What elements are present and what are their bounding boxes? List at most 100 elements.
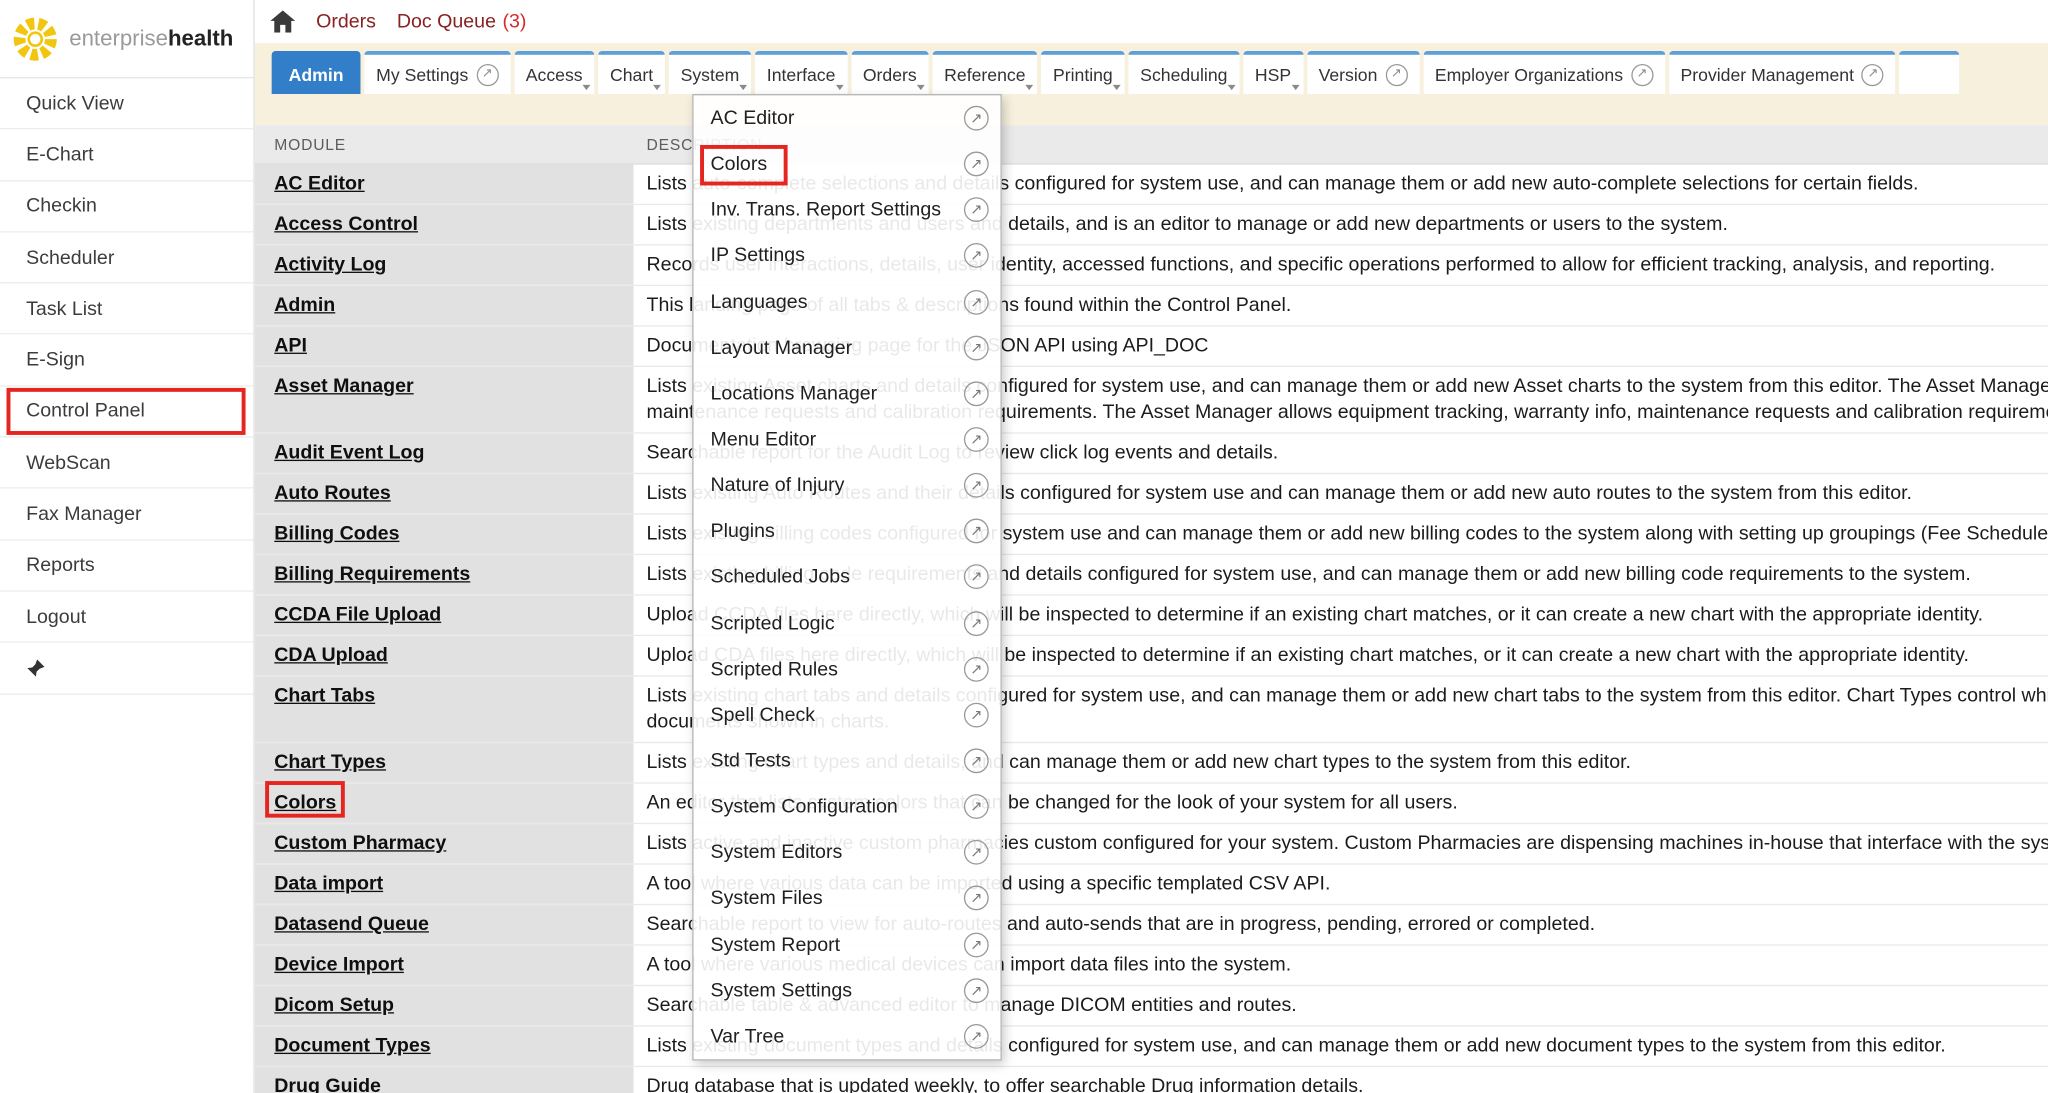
breadcrumb-doc-queue-label: Doc Queue [397,10,496,32]
module-link[interactable]: CDA Upload [274,644,388,666]
external-link-icon[interactable]: ↗ [964,611,989,636]
module-link[interactable]: Colors [274,792,336,814]
menu-item[interactable]: Scheduled Jobs ↗ [694,554,1001,600]
module-link[interactable]: Data import [274,872,383,894]
external-link-icon[interactable]: ↗ [964,244,989,269]
external-link-icon[interactable]: ↗ [964,932,989,957]
sidebar-item[interactable]: E-Sign [0,335,253,386]
external-link-icon[interactable]: ↗ [964,657,989,682]
external-link-icon[interactable]: ↗ [964,748,989,773]
home-icon[interactable] [270,10,295,32]
menu-item[interactable]: System Report ↗ [694,922,1001,968]
tab[interactable]: Orders ↗ [851,51,928,94]
breadcrumb-doc-queue[interactable]: Doc Queue(3) [397,10,527,32]
tab[interactable]: Interface ↗ [755,51,847,94]
sidebar-item[interactable]: WebScan [0,438,253,489]
sidebar-item[interactable]: Quick View [0,78,253,129]
tab[interactable]: HSP ↗ [1243,51,1303,94]
module-link[interactable]: Chart Tabs [274,684,375,706]
sidebar-item[interactable]: Scheduler [0,232,253,283]
external-link-icon[interactable]: ↗ [964,335,989,360]
module-link[interactable]: Auto Routes [274,482,390,504]
pin-button[interactable] [0,643,253,694]
module-link[interactable]: CCDA File Upload [274,603,441,625]
sidebar-item[interactable]: Fax Manager [0,489,253,540]
module-link[interactable]: Billing Codes [274,522,399,544]
external-link-icon[interactable]: ↗ [1862,63,1884,85]
tab[interactable]: Access ↗ [514,51,594,94]
module-link[interactable]: API [274,334,307,356]
menu-item[interactable]: System Files ↗ [694,876,1001,922]
external-link-icon[interactable]: ↗ [964,840,989,865]
module-link[interactable]: Billing Requirements [274,563,470,585]
menu-item[interactable]: Std Tests ↗ [694,738,1001,784]
menu-item[interactable]: Colors ↗ [694,141,1001,187]
menu-item[interactable]: Var Tree ↗ [694,1013,1001,1059]
external-link-icon[interactable]: ↗ [964,198,989,223]
menu-item[interactable]: System Settings ↗ [694,967,1001,1013]
menu-item[interactable]: Menu Editor ↗ [694,417,1001,463]
menu-item[interactable]: Locations Manager ↗ [694,371,1001,417]
tab[interactable]: Printing ↗ [1041,51,1124,94]
menu-item[interactable]: Spell Check ↗ [694,692,1001,738]
menu-item[interactable]: Languages ↗ [694,279,1001,325]
sidebar-item[interactable]: Task List [0,284,253,335]
sidebar-item[interactable]: Checkin [0,181,253,232]
external-link-icon[interactable]: ↗ [964,289,989,314]
module-link[interactable]: AC Editor [274,172,364,194]
tab-partial[interactable] [1900,51,1960,94]
menu-item[interactable]: System Configuration ↗ [694,784,1001,830]
tab[interactable]: Employer Organizations ↗ [1423,51,1665,94]
menu-item[interactable]: IP Settings ↗ [694,233,1001,279]
sidebar-item[interactable]: Logout [0,592,253,643]
menu-item[interactable]: AC Editor ↗ [694,95,1001,141]
sidebar-item[interactable]: Reports [0,540,253,591]
tab[interactable]: Provider Management ↗ [1669,51,1896,94]
external-link-icon[interactable]: ↗ [1385,63,1407,85]
external-link-icon[interactable]: ↗ [1631,63,1653,85]
module-link[interactable]: Admin [274,294,335,316]
external-link-icon[interactable]: ↗ [476,63,498,85]
module-link[interactable]: Device Import [274,953,404,975]
menu-item[interactable]: System Editors ↗ [694,830,1001,876]
module-link[interactable]: Audit Event Log [274,441,424,463]
external-link-icon[interactable]: ↗ [964,703,989,728]
external-link-icon[interactable]: ↗ [964,427,989,452]
external-link-icon[interactable]: ↗ [964,794,989,819]
sidebar-item[interactable]: E-Chart [0,130,253,181]
external-link-icon[interactable]: ↗ [964,152,989,177]
external-link-icon[interactable]: ↗ [964,519,989,544]
tab[interactable]: System ↗ [669,51,751,94]
external-link-icon[interactable]: ↗ [964,473,989,498]
menu-item[interactable]: Scripted Logic ↗ [694,600,1001,646]
module-link[interactable]: Activity Log [274,253,386,275]
module-link[interactable]: Dicom Setup [274,994,394,1016]
module-link[interactable]: Custom Pharmacy [274,832,446,854]
external-link-icon[interactable]: ↗ [964,886,989,911]
external-link-icon[interactable]: ↗ [964,381,989,406]
external-link-icon[interactable]: ↗ [964,1024,989,1049]
menu-item[interactable]: Scripted Rules ↗ [694,646,1001,692]
external-link-icon[interactable]: ↗ [964,565,989,590]
module-link[interactable]: Chart Types [274,751,386,773]
module-link[interactable]: Document Types [274,1034,430,1056]
external-link-icon[interactable]: ↗ [964,978,989,1003]
breadcrumb-orders[interactable]: Orders [316,10,376,32]
module-link[interactable]: Datasend Queue [274,913,429,935]
tab[interactable]: Version ↗ [1307,51,1419,94]
module-link[interactable]: Drug Guide [274,1075,381,1093]
tab[interactable]: Chart ↗ [598,51,665,94]
sidebar-item[interactable]: Control Panel [0,386,253,437]
tab[interactable]: Reference ↗ [932,51,1037,94]
menu-item[interactable]: Layout Manager ↗ [694,325,1001,371]
menu-item[interactable]: Nature of Injury ↗ [694,463,1001,509]
tab[interactable]: Admin ↗ [272,51,361,94]
tab[interactable]: Scheduling ↗ [1128,51,1239,94]
tab[interactable]: My Settings ↗ [364,51,510,94]
module-link[interactable]: Access Control [274,213,418,235]
external-link-icon[interactable]: ↗ [964,106,989,131]
module-link[interactable]: Asset Manager [274,375,413,397]
sidebar-item-label: Logout [26,606,86,628]
menu-item[interactable]: Plugins ↗ [694,508,1001,554]
menu-item[interactable]: Inv. Trans. Report Settings ↗ [694,187,1001,233]
